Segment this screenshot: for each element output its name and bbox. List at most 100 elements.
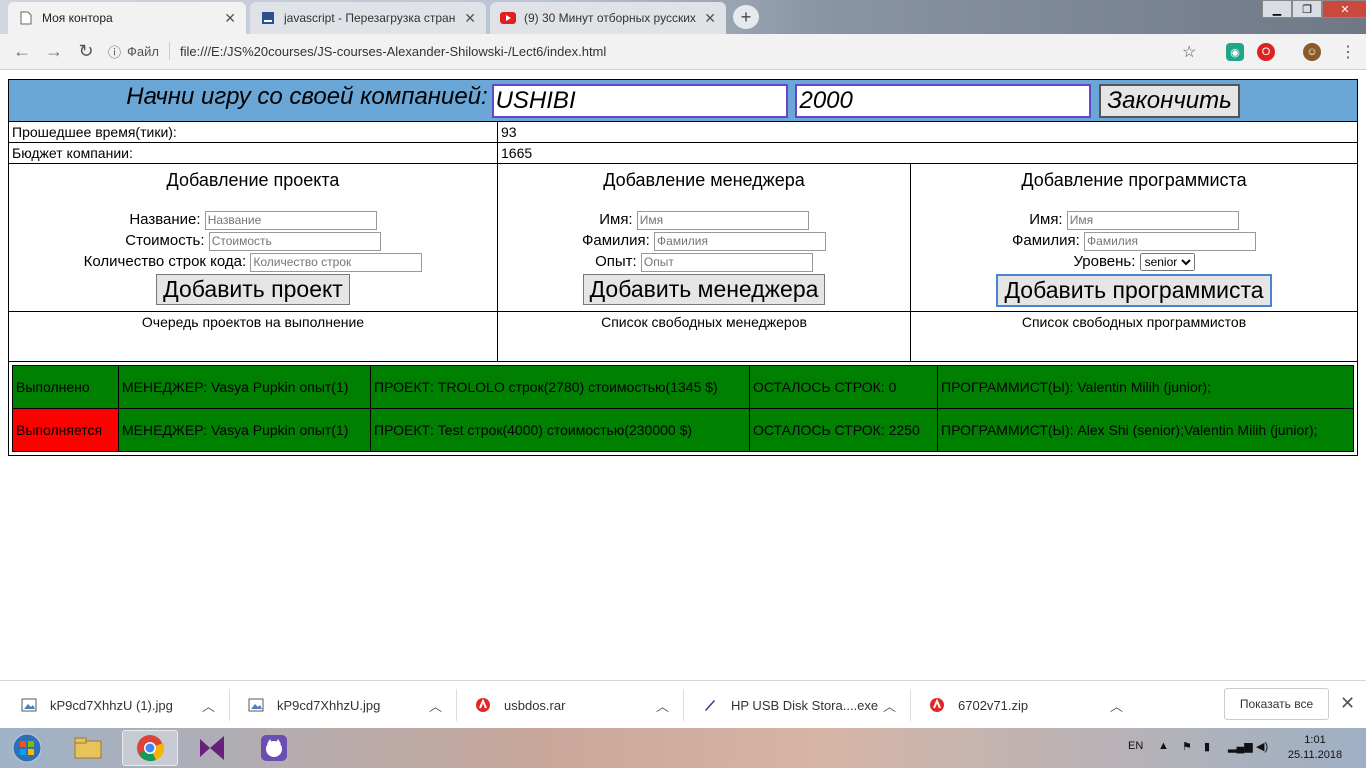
language-indicator[interactable]: EN [1128, 740, 1143, 752]
file-explorer-icon[interactable] [60, 730, 116, 766]
tab-stackoverflow[interactable]: javascript - Перезагрузка стран ✕ [250, 2, 486, 34]
download-name: 6702v71.zip [958, 697, 1029, 713]
project-cell: ПРОЕКТ: TROLOLO строк(2780) стоимостью(1… [370, 365, 750, 409]
chevron-up-icon[interactable]: ︿ [883, 696, 896, 715]
exe-icon [701, 696, 719, 714]
work-queue-container: Выполнено МЕНЕДЖЕР: Vasya Pupkin опыт(1)… [8, 361, 1358, 456]
visual-studio-icon[interactable] [184, 730, 240, 766]
omnibox-divider [168, 42, 170, 60]
volume-icon[interactable]: ◀) [1256, 740, 1268, 753]
project-cell: ПРОЕКТ: Test строк(4000) стоимостью(2300… [370, 408, 750, 452]
start-budget-input[interactable] [795, 83, 1092, 118]
add-project-form: Добавление проекта Название: Стоимость: … [8, 163, 498, 312]
download-divider [910, 689, 911, 721]
table-row: Выполнено МЕНЕДЖЕР: Vasya Pupkin опыт(1)… [12, 365, 1354, 409]
manager-cell: МЕНЕДЖЕР: Vasya Pupkin опыт(1) [118, 365, 371, 409]
minimize-button[interactable]: ▁ [1262, 0, 1292, 18]
forward-arrow-icon[interactable]: → [38, 41, 70, 62]
manager-last-name-label: Фамилия: [581, 232, 650, 249]
budget-value: 1665 [497, 142, 1358, 164]
back-arrow-icon[interactable]: ← [6, 41, 38, 62]
chevron-up-icon[interactable]: ︿ [202, 696, 215, 715]
start-game-label: Начни игру со своей компанией: [126, 83, 488, 111]
download-item[interactable]: kP9cd7XhhzU.jpg ︿ [247, 681, 452, 729]
elapsed-label: Прошедшее время(тики): [8, 121, 498, 143]
youtube-icon [500, 10, 516, 26]
download-item[interactable]: HP USB Disk Stora....exe ︿ [701, 681, 906, 729]
download-name: kP9cd7XhhzU (1).jpg [50, 697, 173, 713]
close-icon[interactable]: ✕ [704, 10, 716, 27]
chevron-up-icon[interactable]: ︿ [429, 696, 442, 715]
remaining-cell: ОСТАЛОСЬ СТРОК: 2250 [749, 408, 938, 452]
extension-icon[interactable]: ◉ [1226, 43, 1244, 61]
profile-avatar[interactable]: ☺ [1303, 43, 1321, 61]
browser-toolbar: ← → ↻ ⓘ Файл file:///E:/JS%20courses/JS-… [0, 34, 1366, 70]
url-text[interactable]: file:///E:/JS%20courses/JS-courses-Alexa… [180, 44, 606, 59]
show-all-downloads-button[interactable]: Показать все [1224, 688, 1329, 720]
page-icon [18, 10, 34, 26]
finish-button[interactable]: Закончить [1099, 83, 1240, 118]
manager-cell: МЕНЕДЖЕР: Vasya Pupkin опыт(1) [118, 408, 371, 452]
programmer-first-name-input[interactable] [1066, 210, 1239, 230]
close-icon[interactable]: ✕ [1340, 693, 1355, 714]
tray-expand-icon[interactable]: ▲ [1158, 740, 1169, 752]
close-icon[interactable]: ✕ [464, 10, 476, 27]
programmers-cell: ПРОГРАММИСТ(Ы): Valentin Milih (junior); [937, 365, 1354, 409]
manager-first-name-input[interactable] [636, 210, 809, 230]
programmer-level-select[interactable]: senior [1139, 253, 1195, 271]
start-button[interactable] [2, 730, 52, 766]
system-clock[interactable]: 1:01 25.11.2018 [1280, 733, 1350, 763]
manager-first-name-label: Имя: [599, 211, 633, 228]
manager-experience-input[interactable] [640, 252, 813, 272]
add-manager-button[interactable]: Добавить менеджера [582, 274, 826, 305]
info-icon[interactable]: ⓘ [108, 42, 121, 61]
project-cost-label: Стоимость: [125, 232, 205, 249]
tab-title: Моя контора [42, 11, 113, 25]
download-name: HP USB Disk Stora....exe [731, 697, 879, 713]
add-programmer-button[interactable]: Добавить программиста [996, 274, 1272, 307]
company-name-input[interactable] [491, 83, 788, 118]
project-lines-input[interactable] [250, 252, 423, 272]
download-item[interactable]: 6702v71.zip ︿ [928, 681, 1133, 729]
manager-last-name-input[interactable] [654, 231, 827, 251]
tab-youtube[interactable]: (9) 30 Минут отборных русских ✕ [490, 2, 726, 34]
bookmark-star-icon[interactable]: ☆ [1182, 42, 1196, 62]
browser-tab-bar: Моя контора ✕ javascript - Перезагрузка … [0, 0, 1366, 34]
project-cost-input[interactable] [208, 231, 381, 251]
free-managers-title: Список свободных менеджеров [497, 311, 911, 362]
maximize-button[interactable]: ❐ [1292, 0, 1322, 18]
address-bar[interactable]: ⓘ Файл file:///E:/JS%20courses/JS-course… [108, 37, 1208, 65]
cat-app-icon[interactable] [246, 730, 302, 766]
opera-icon[interactable]: O [1257, 43, 1275, 61]
battery-icon[interactable]: ▮ [1204, 740, 1210, 753]
download-divider [229, 689, 230, 721]
company-table: Начни игру со своей компанией: Закончить… [8, 79, 1358, 456]
window-close-button[interactable]: ✕ [1322, 0, 1366, 18]
tab-my-office[interactable]: Моя контора ✕ [8, 2, 246, 34]
programmer-first-name-label: Имя: [1029, 211, 1063, 228]
downloads-bar: kP9cd7XhhzU (1).jpg ︿ kP9cd7XhhzU.jpg ︿ … [0, 680, 1366, 728]
page-content: Начни игру со своей компанией: Закончить… [0, 71, 1366, 680]
download-name: usbdos.rar [504, 697, 566, 713]
chevron-up-icon[interactable]: ︿ [1110, 696, 1123, 715]
programmer-last-name-input[interactable] [1084, 231, 1257, 251]
action-center-icon[interactable]: ⚑ [1182, 740, 1192, 753]
status-cell: Выполнено [12, 365, 119, 409]
network-icon[interactable]: ▂▄▆ [1228, 740, 1253, 753]
add-programmer-title: Добавление программиста [1021, 170, 1247, 190]
chrome-icon[interactable] [122, 730, 178, 766]
close-icon[interactable]: ✕ [224, 10, 236, 27]
file-scheme-label: Файл [127, 43, 159, 59]
project-name-input[interactable] [204, 210, 377, 230]
elapsed-value: 93 [497, 121, 1358, 143]
menu-icon[interactable]: ⋮ [1340, 42, 1356, 62]
download-item[interactable]: kP9cd7XhhzU (1).jpg ︿ [20, 681, 225, 729]
add-project-button[interactable]: Добавить проект [156, 274, 350, 305]
chevron-up-icon[interactable]: ︿ [656, 696, 669, 715]
download-item[interactable]: usbdos.rar ︿ [474, 681, 679, 729]
reload-icon[interactable]: ↻ [70, 41, 102, 62]
download-divider [683, 689, 684, 721]
download-divider [456, 689, 457, 721]
work-queue-table: Выполнено МЕНЕДЖЕР: Vasya Pupkin опыт(1)… [12, 365, 1354, 452]
new-tab-button[interactable]: + [733, 5, 759, 29]
